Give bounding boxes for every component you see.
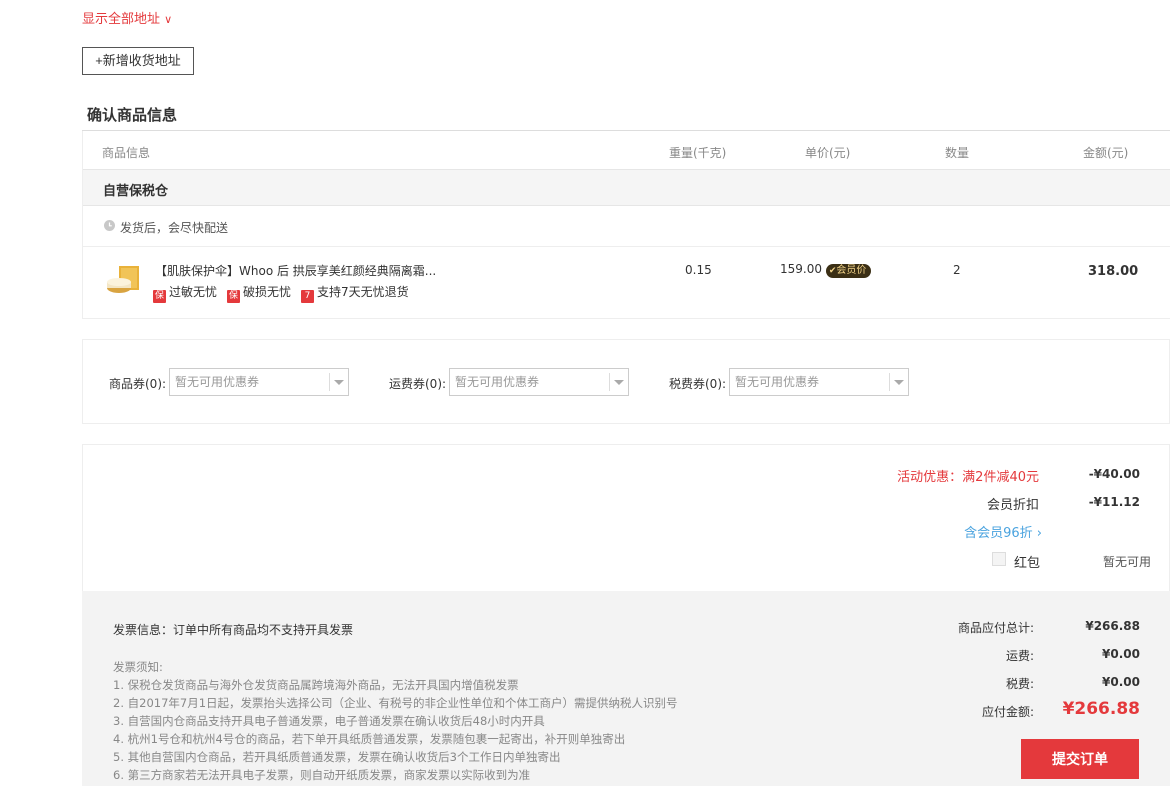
item-amount: 318.00	[1088, 264, 1139, 279]
chevron-down-icon: ∨	[164, 13, 173, 26]
goods-total-label: 商品应付总计:	[957, 621, 1034, 635]
member-rate-label: 含会员96折	[964, 526, 1033, 541]
section-title: 确认商品信息	[87, 106, 178, 124]
shipping-coupon-label: 运费券(0):	[389, 377, 447, 391]
warehouse-row: 自营保税仓	[83, 169, 1170, 206]
guarantee-icon: 保	[153, 290, 166, 303]
tag-damage: 破损无忧	[243, 285, 292, 299]
invoice-notice-item: 6. 第三方商家若无法开具电子发票，则自动开纸质发票，商家发票以实际收到为准	[113, 768, 531, 782]
select-divider	[329, 373, 330, 391]
invoice-notices: 发票须知: 1. 保税仓发货商品与海外仓发货商品属跨境海外商品，无法开具国内增值…	[113, 658, 678, 784]
invoice-summary-panel: 发票信息：订单中所有商品均不支持开具发票 发票须知: 1. 保税仓发货商品与海外…	[82, 591, 1170, 786]
vip-price-label: 会员价	[836, 265, 867, 276]
activity-discount-label: 活动优惠：满2件减40元	[897, 470, 1039, 485]
invoice-notice-item: 5. 其他自营国内仓商品，若开具纸质普通发票，发票在确认收货后3个工作日内单独寄…	[113, 750, 561, 764]
member-discount-label: 会员折扣	[986, 498, 1039, 513]
dropdown-arrow-icon	[334, 380, 344, 385]
guarantee-icon: 保	[227, 290, 241, 303]
chevron-right-icon: ›	[1036, 526, 1042, 541]
goods-total-value: ¥266.88	[1085, 619, 1140, 633]
activity-discount-value: -¥40.00	[1088, 467, 1140, 481]
invoice-info: 发票信息：订单中所有商品均不支持开具发票	[113, 623, 354, 637]
select-divider	[609, 373, 610, 391]
tax-fee-label: 税费:	[1005, 677, 1034, 691]
add-address-button[interactable]: +新增收货地址	[82, 47, 194, 75]
select-divider	[889, 373, 890, 391]
dropdown-arrow-icon	[894, 380, 904, 385]
red-packet-label: 红包	[1014, 556, 1041, 571]
shipping-coupon-value: 暂无可用优惠券	[455, 375, 540, 389]
product-table: 商品信息 重量(千克) 单价(元) 数量 金额(元) 自营保税仓 发货后，会尽快…	[82, 131, 1170, 319]
header-unit-price: 单价(元)	[805, 146, 851, 160]
item-unit-price: 159.00 ✔会员价	[780, 262, 872, 278]
goods-coupon-select[interactable]: 暂无可用优惠券	[169, 368, 349, 396]
red-packet-checkbox[interactable]	[992, 552, 1006, 566]
dropdown-arrow-icon	[614, 380, 624, 385]
member-rate-link[interactable]: 含会员96折 ›	[964, 522, 1042, 541]
invoice-notice-item: 2. 自2017年7月1日起，发票抬头选择公司（企业、有税号的非企业性单位和个体…	[113, 696, 678, 710]
show-all-addresses-link[interactable]: 显示全部地址 ∨	[82, 8, 172, 27]
tag-return: 支持7天无忧退货	[317, 285, 409, 299]
product-thumbnail[interactable]	[105, 264, 141, 296]
tax-coupon-select[interactable]: 暂无可用优惠券	[729, 368, 909, 396]
item-quantity: 2	[953, 263, 961, 277]
goods-coupon-value: 暂无可用优惠券	[175, 375, 260, 389]
shipping-coupon-select[interactable]: 暂无可用优惠券	[449, 368, 629, 396]
submit-order-button[interactable]: 提交订单	[1021, 739, 1139, 779]
show-all-addresses-label: 显示全部地址	[82, 12, 161, 27]
payable-value: ¥266.88	[1062, 699, 1140, 719]
product-name-link[interactable]: 【肌肤保护伞】Whoo 后 拱辰享美红颜经典隔离霜...	[155, 262, 445, 279]
header-product: 商品信息	[102, 146, 151, 160]
table-header-row: 商品信息 重量(千克) 单价(元) 数量 金额(元)	[83, 131, 1170, 169]
item-weight: 0.15	[685, 263, 712, 277]
tax-coupon-value: 暂无可用优惠券	[735, 375, 820, 389]
header-weight: 重量(千克)	[669, 146, 727, 160]
tax-coupon-label: 税费券(0):	[669, 377, 727, 391]
seven-day-icon: 7	[301, 290, 315, 303]
red-packet-status: 暂无可用	[1102, 555, 1151, 569]
shipping-note-row: 发货后，会尽快配送	[83, 206, 1170, 247]
unit-price-value: 159.00	[780, 262, 822, 276]
header-amount: 金额(元)	[1083, 146, 1129, 160]
payable-label: 应付金额:	[981, 705, 1034, 719]
warehouse-name: 自营保税仓	[103, 184, 169, 199]
vip-price-badge: ✔会员价	[825, 264, 872, 278]
header-quantity: 数量	[945, 146, 970, 160]
discount-section: 活动优惠：满2件减40元 -¥40.00 会员折扣 -¥11.12 含会员96折…	[82, 444, 1170, 592]
coupon-section: 商品券(0): 暂无可用优惠券 运费券(0): 暂无可用优惠券 税费券(0): …	[82, 339, 1170, 424]
shipping-fee-value: ¥0.00	[1102, 647, 1140, 661]
invoice-notice-title: 发票须知:	[113, 660, 163, 674]
table-row: 【肌肤保护伞】Whoo 后 拱辰享美红颜经典隔离霜... 保过敏无忧保破损无忧 7…	[83, 247, 1170, 319]
service-tags: 保过敏无忧保破损无忧 7 支持7天无忧退货	[153, 283, 409, 303]
tag-allergy: 过敏无忧	[169, 285, 218, 299]
goods-coupon-label: 商品券(0):	[109, 377, 167, 391]
invoice-notice-item: 3. 自营国内仓商品支持开具电子普通发票，电子普通发票在确认收货后48小时内开具	[113, 714, 545, 728]
shipping-fee-label: 运费:	[1005, 649, 1034, 663]
tax-fee-value: ¥0.00	[1102, 675, 1140, 689]
clock-icon	[104, 220, 115, 231]
invoice-notice-item: 1. 保税仓发货商品与海外仓发货商品属跨境海外商品，无法开具国内增值税发票	[113, 678, 519, 692]
member-discount-value: -¥11.12	[1088, 495, 1140, 509]
invoice-notice-item: 4. 杭州1号仓和杭州4号仓的商品，若下单开具纸质普通发票，发票随包裹一起寄出，…	[113, 732, 626, 746]
shipping-note: 发货后，会尽快配送	[120, 221, 229, 235]
